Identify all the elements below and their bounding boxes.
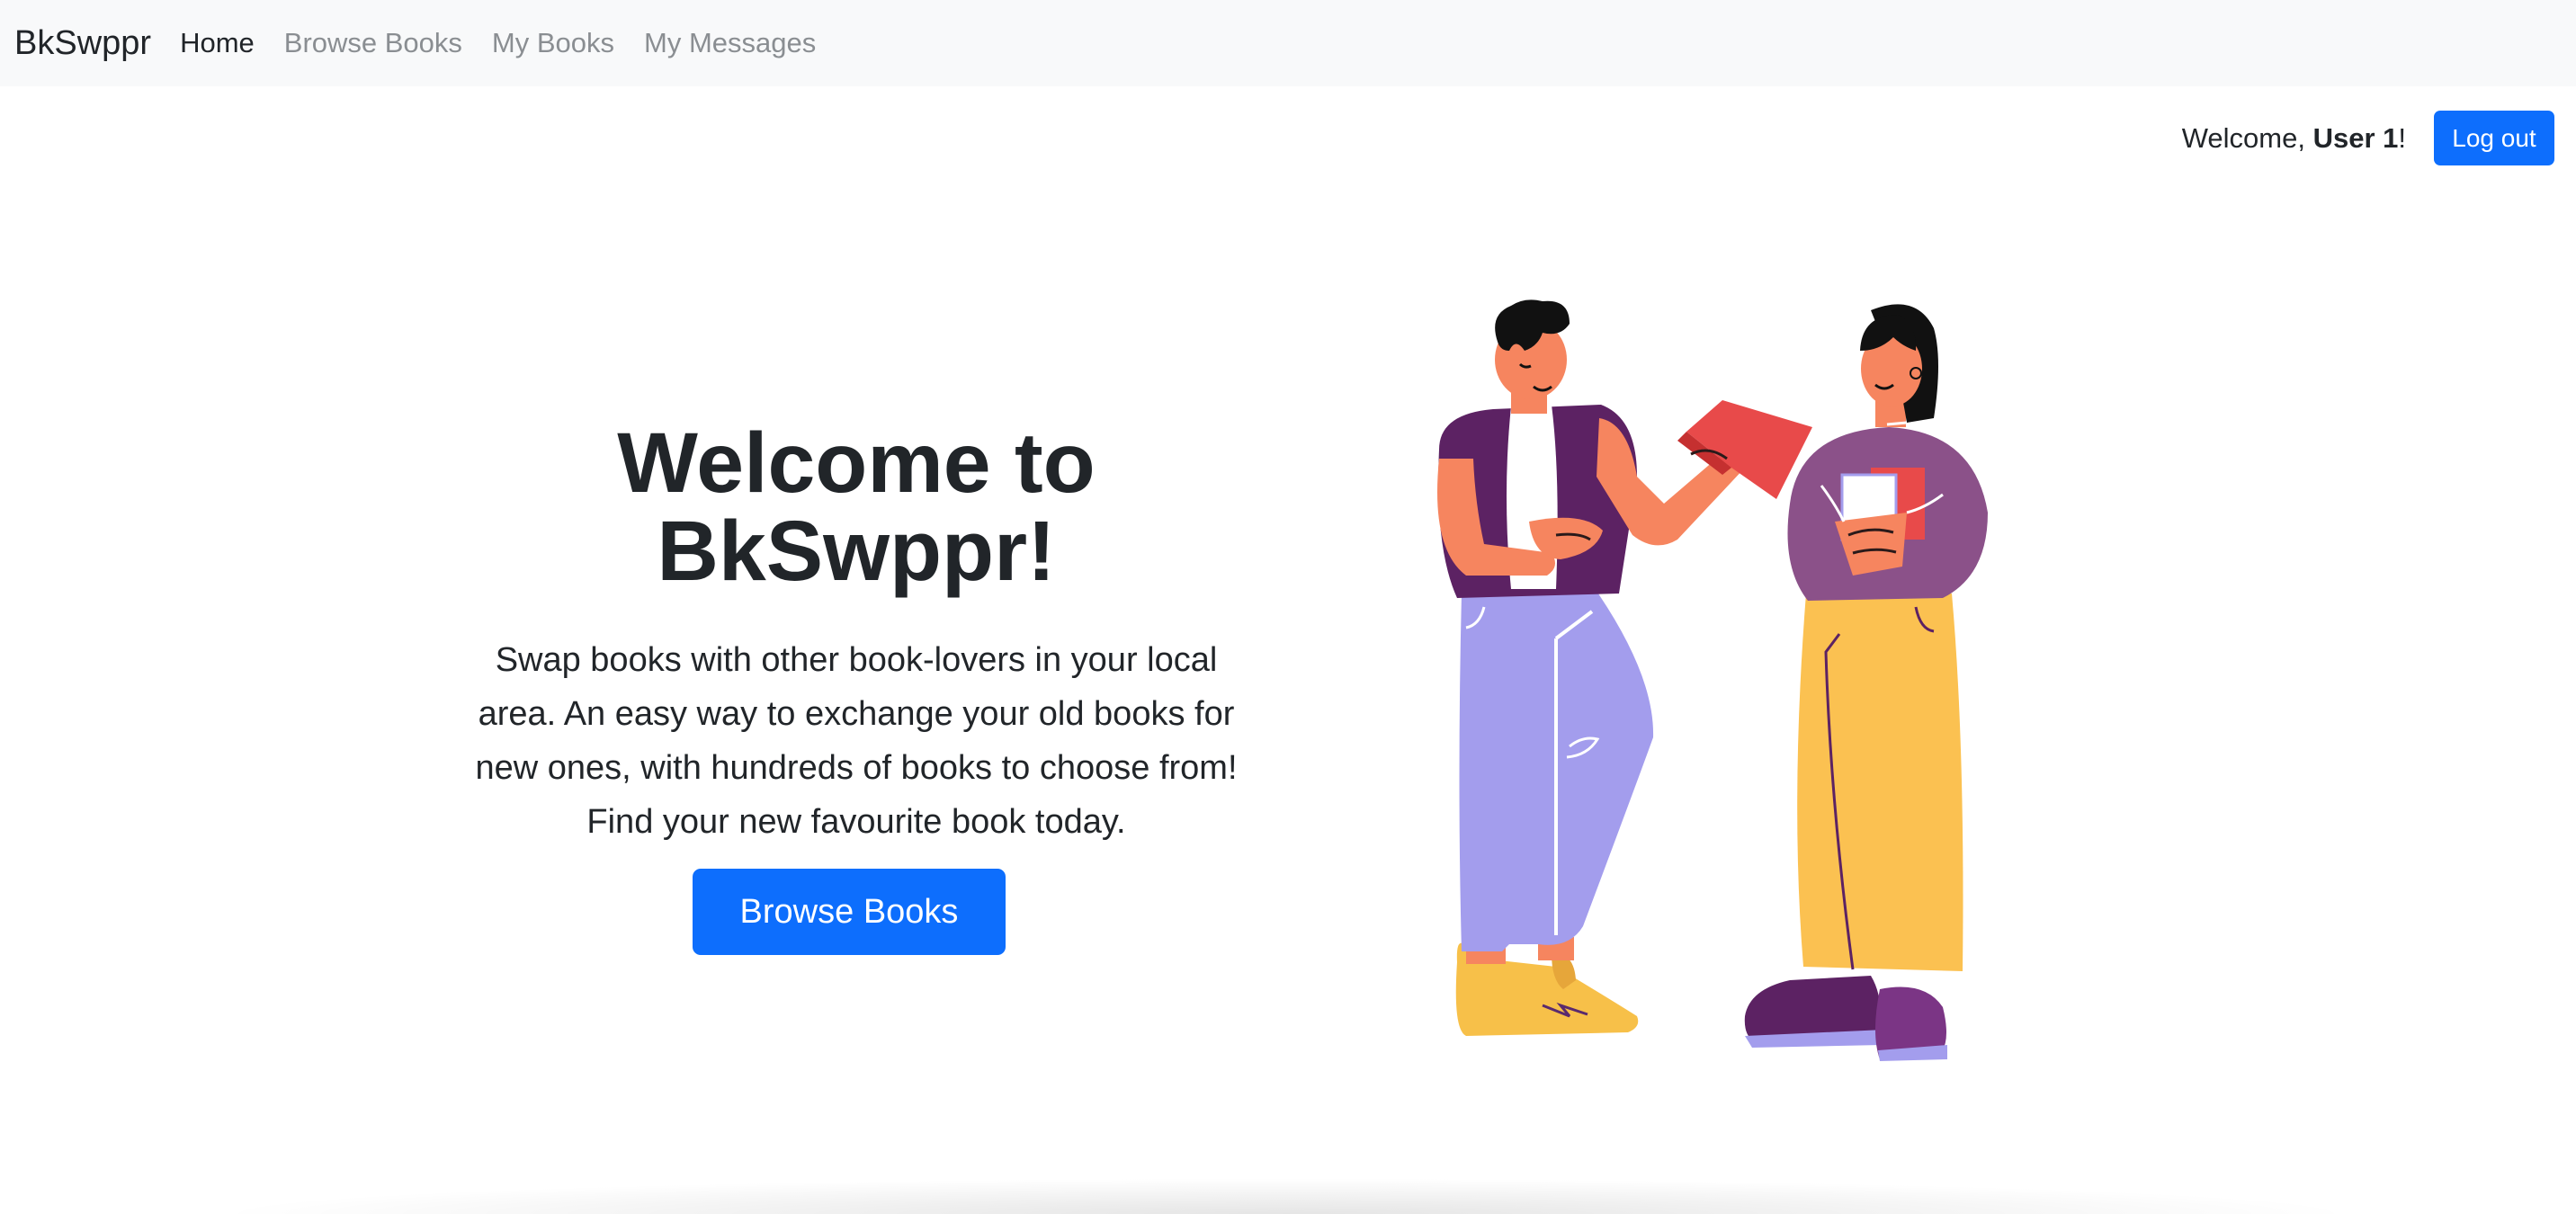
nav-link-home[interactable]: Home	[180, 27, 255, 59]
welcome-suffix: !	[2398, 122, 2406, 154]
hero-description: Swap books with other book-lovers in you…	[475, 641, 1238, 841]
username: User 1	[2312, 122, 2399, 154]
people-swapping-books-illustration	[1437, 299, 1988, 1061]
brand-logo[interactable]: BkSwppr	[14, 24, 151, 63]
browse-books-button[interactable]: Browse Books	[693, 869, 1006, 955]
nav-link-my-books[interactable]: My Books	[492, 27, 614, 59]
nav-link-my-messages[interactable]: My Messages	[644, 27, 816, 59]
welcome-prefix: Welcome,	[2181, 122, 2313, 154]
welcome-message: Welcome, User 1!	[2182, 122, 2406, 155]
logout-button[interactable]: Log out	[2434, 111, 2554, 165]
nav-links: Home Browse Books My Books My Messages	[180, 27, 845, 59]
man-figure	[1437, 299, 1812, 1036]
hero-title: Welcome to BkSwppr!	[617, 415, 1096, 599]
nav-link-browse-books[interactable]: Browse Books	[284, 27, 462, 59]
footer-edge-shadow	[207, 1178, 2366, 1214]
woman-figure	[1744, 304, 1988, 1061]
hero-section: Welcome to BkSwppr! Swap books with othe…	[459, 419, 1254, 849]
top-navbar: BkSwppr Home Browse Books My Books My Me…	[0, 0, 2576, 86]
